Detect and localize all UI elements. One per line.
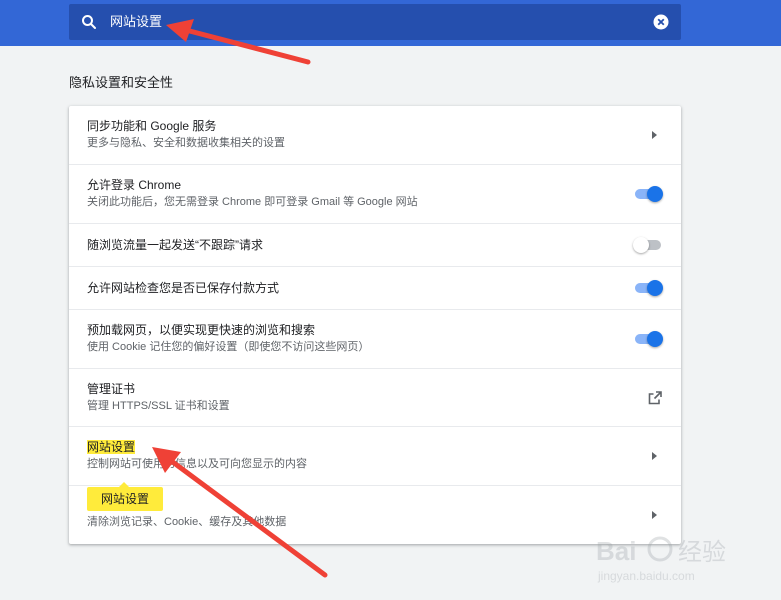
svg-text:经验: 经验 xyxy=(678,538,726,566)
do-not-track-toggle[interactable] xyxy=(633,237,663,253)
external-link-icon xyxy=(648,390,662,404)
row-subtitle: 关闭此功能后，您无需登录 Chrome 即可登录 Gmail 等 Google … xyxy=(87,196,418,208)
row-subtitle: 清除浏览记录、Cookie、缓存及其他数据 xyxy=(87,516,287,528)
watermark: Bai 经验 jingyan.baidu.com xyxy=(596,530,774,585)
payment-methods-toggle[interactable] xyxy=(633,280,663,296)
chevron-right-icon xyxy=(652,511,657,519)
row-title: 同步功能和 Google 服务 xyxy=(87,119,217,133)
row-subtitle: 使用 Cookie 记住您的偏好设置（即使您不访问这些网页） xyxy=(87,341,370,353)
close-icon[interactable] xyxy=(653,14,669,30)
row-subtitle: 管理 HTTPS/SSL 证书和设置 xyxy=(87,399,230,412)
manage-certificates-row[interactable]: 管理证书 管理 HTTPS/SSL 证书和设置 xyxy=(69,368,681,426)
row-title: 网站设置 xyxy=(87,440,136,454)
svg-text:jingyan.baidu.com: jingyan.baidu.com xyxy=(597,569,695,583)
search-box[interactable] xyxy=(69,4,681,40)
row-title: 管理证书 xyxy=(87,381,136,396)
row-title: 随浏览流量一起发送“不跟踪”请求 xyxy=(87,237,263,252)
row-title: 允许登录 Chrome xyxy=(87,178,182,192)
search-input[interactable] xyxy=(110,13,610,28)
do-not-track-row: 随浏览流量一起发送“不跟踪”请求 xyxy=(69,223,681,266)
baidu-paw-logo: Bai 经验 jingyan.baidu.com xyxy=(596,536,726,583)
preload-pages-toggle[interactable] xyxy=(633,331,663,347)
preload-pages-row: 预加载网页，以便实现更快速的浏览和搜索 使用 Cookie 记住您的偏好设置（即… xyxy=(69,309,681,368)
row-subtitle: 更多与隐私、安全和数据收集相关的设置 xyxy=(87,137,285,149)
search-icon xyxy=(82,15,96,29)
allow-signin-toggle[interactable] xyxy=(633,186,663,202)
row-subtitle: 控制网站可使用的信息以及可向您显示的内容 xyxy=(87,458,307,470)
payment-methods-row: 允许网站检查您是否已保存付款方式 xyxy=(69,266,681,309)
row-title: 预加载网页，以便实现更快速的浏览和搜索 xyxy=(87,323,316,337)
chevron-right-icon xyxy=(652,131,657,139)
search-match-tooltip: 网站设置 xyxy=(87,482,164,511)
chevron-right-icon xyxy=(652,452,657,460)
svg-text:Bai: Bai xyxy=(596,536,636,566)
header-bar xyxy=(0,0,781,46)
allow-chrome-signin-row: 允许登录 Chrome 关闭此功能后，您无需登录 Chrome 即可登录 Gma… xyxy=(69,164,681,223)
privacy-settings-card: 同步功能和 Google 服务 更多与隐私、安全和数据收集相关的设置 允许登录 … xyxy=(69,106,681,544)
section-title: 隐私设置和安全性 xyxy=(69,75,174,90)
row-title: 允许网站检查您是否已保存付款方式 xyxy=(87,280,280,295)
sync-services-row[interactable]: 同步功能和 Google 服务 更多与隐私、安全和数据收集相关的设置 xyxy=(69,106,681,164)
site-settings-row[interactable]: 网站设置 控制网站可使用的信息以及可向您显示的内容 xyxy=(69,426,681,485)
